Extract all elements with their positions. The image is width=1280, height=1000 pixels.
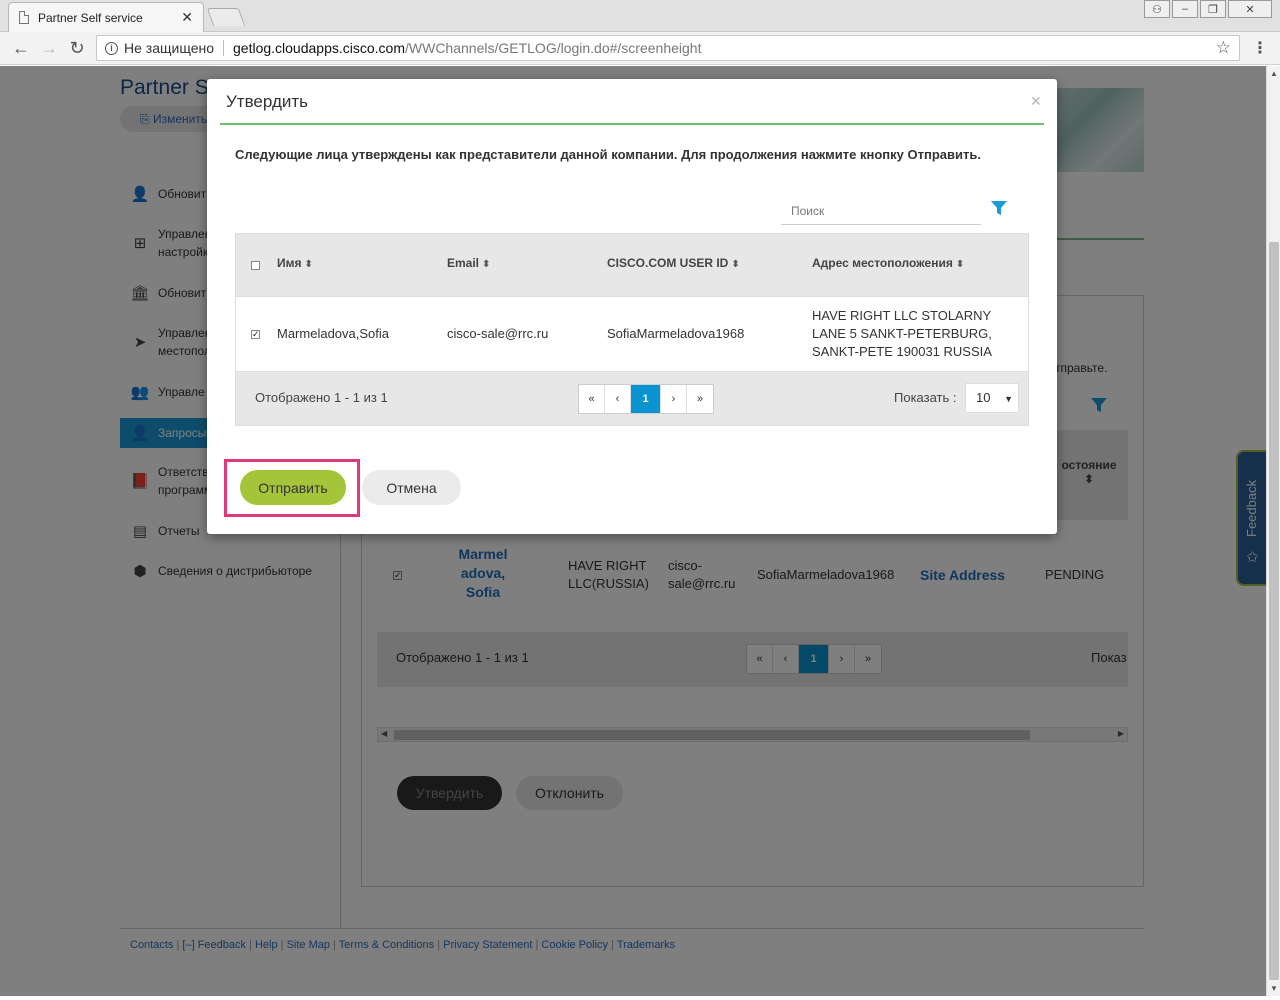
row-address: HAVE RIGHT LLC STOLARNY LANE 5 SANKT-PET… bbox=[812, 308, 992, 359]
row-user-id: SofiaMarmeladova1968 bbox=[607, 326, 745, 341]
submit-button[interactable]: Отправить bbox=[240, 470, 346, 505]
minimize-icon[interactable]: – bbox=[1172, 0, 1198, 18]
column-header-label: Email bbox=[447, 256, 480, 270]
browser-toolbar: ← → ↻ i Не защищено getlog.cloudapps.cis… bbox=[0, 32, 1280, 65]
pager-next[interactable]: › bbox=[661, 385, 687, 413]
pager-first[interactable]: « bbox=[579, 385, 605, 413]
column-header-name[interactable]: Имя ⬍ bbox=[277, 256, 313, 270]
representatives-table: Имя ⬍ Email ⬍ CISCO.COM USER ID ⬍ Адрес мес… bbox=[235, 233, 1029, 426]
column-header-address[interactable]: Адрес местоположения ⬍ bbox=[812, 256, 964, 270]
divider bbox=[223, 40, 224, 56]
filter-icon[interactable] bbox=[990, 199, 1008, 217]
select-all-checkbox[interactable] bbox=[251, 261, 260, 270]
row-name: Marmeladova,Sofia bbox=[277, 326, 389, 341]
search-input[interactable] bbox=[781, 197, 981, 225]
page-scrollbar[interactable]: ▲ ▼ bbox=[1266, 66, 1280, 996]
table-header: Имя ⬍ Email ⬍ CISCO.COM USER ID ⬍ Адрес мес… bbox=[236, 234, 1028, 296]
window-close-icon[interactable]: ✕ bbox=[1228, 0, 1272, 18]
close-icon[interactable]: × bbox=[1030, 91, 1041, 112]
records-count: Отображено 1 - 1 из 1 bbox=[255, 390, 388, 405]
address-bar[interactable]: i Не защищено getlog.cloudapps.cisco.com… bbox=[96, 35, 1240, 61]
security-label: Не защищено bbox=[124, 40, 214, 56]
pager-page[interactable]: 1 bbox=[631, 385, 661, 413]
pager-last[interactable]: » bbox=[687, 385, 713, 413]
window-controls: ⚇ – ❐ ✕ bbox=[1144, 0, 1272, 18]
page-scrollbar-thumb[interactable] bbox=[1269, 242, 1279, 980]
sort-icon: ⬍ bbox=[304, 259, 313, 270]
sort-icon: ⬍ bbox=[731, 259, 740, 270]
table-row[interactable]: ✓ Marmeladova,Sofia cisco-sale@rrc.ru So… bbox=[236, 296, 1028, 372]
scroll-up-icon[interactable]: ▲ bbox=[1270, 69, 1278, 78]
page-size-select[interactable]: 10 ▼ bbox=[965, 383, 1019, 413]
column-header-user-id[interactable]: CISCO.COM USER ID ⬍ bbox=[607, 256, 740, 270]
chevron-down-icon: ▼ bbox=[1004, 394, 1013, 404]
back-arrow-icon[interactable]: ← bbox=[10, 37, 32, 59]
column-header-label: Имя bbox=[277, 256, 302, 270]
browser-menu-icon[interactable]: ⋮ bbox=[1252, 38, 1268, 58]
page-size-label: Показать : bbox=[894, 390, 957, 405]
scroll-down-icon[interactable]: ▼ bbox=[1270, 984, 1278, 993]
document-icon bbox=[19, 11, 29, 24]
approve-dialog: Утвердить × Следующие лица утверждены ка… bbox=[207, 79, 1057, 534]
profile-icon[interactable]: ⚇ bbox=[1144, 0, 1170, 18]
tab-title: Partner Self service bbox=[38, 10, 143, 25]
column-header-email[interactable]: Email ⬍ bbox=[447, 256, 490, 270]
dialog-divider bbox=[220, 123, 1044, 125]
bookmark-star-icon[interactable]: ☆ bbox=[1216, 38, 1231, 58]
row-checkbox[interactable]: ✓ bbox=[251, 330, 260, 339]
browser-tab-bar: Partner Self service ✕ ⚇ – ❐ ✕ bbox=[0, 0, 1280, 32]
url-path: /WWChannels/GETLOG/login.do#/screenheigh… bbox=[405, 40, 702, 56]
new-tab-button[interactable] bbox=[206, 8, 246, 26]
table-footer: Отображено 1 - 1 из 1 « ‹ 1 › » Показать… bbox=[236, 372, 1028, 425]
page-size-value: 10 bbox=[976, 390, 991, 405]
dialog-message: Следующие лица утверждены как представит… bbox=[235, 147, 981, 162]
pagination: « ‹ 1 › » bbox=[578, 384, 714, 414]
column-header-label: Адрес местоположения bbox=[812, 256, 953, 270]
tab-close-icon[interactable]: ✕ bbox=[181, 9, 193, 26]
reload-icon[interactable]: ↻ bbox=[66, 37, 88, 59]
sort-icon: ⬍ bbox=[955, 259, 965, 270]
sort-icon: ⬍ bbox=[482, 259, 491, 270]
column-header-label: CISCO.COM USER ID bbox=[607, 256, 729, 270]
cancel-button[interactable]: Отмена bbox=[362, 470, 461, 505]
url-domain: getlog.cloudapps.cisco.com bbox=[233, 40, 405, 56]
restore-icon[interactable]: ❐ bbox=[1200, 0, 1226, 18]
pager-prev[interactable]: ‹ bbox=[605, 385, 631, 413]
dialog-title: Утвердить bbox=[226, 92, 309, 111]
info-icon[interactable]: i bbox=[105, 41, 118, 55]
forward-arrow-icon[interactable]: → bbox=[38, 37, 60, 59]
row-email: cisco-sale@rrc.ru bbox=[447, 326, 549, 341]
browser-tab[interactable]: Partner Self service ✕ bbox=[8, 2, 204, 32]
